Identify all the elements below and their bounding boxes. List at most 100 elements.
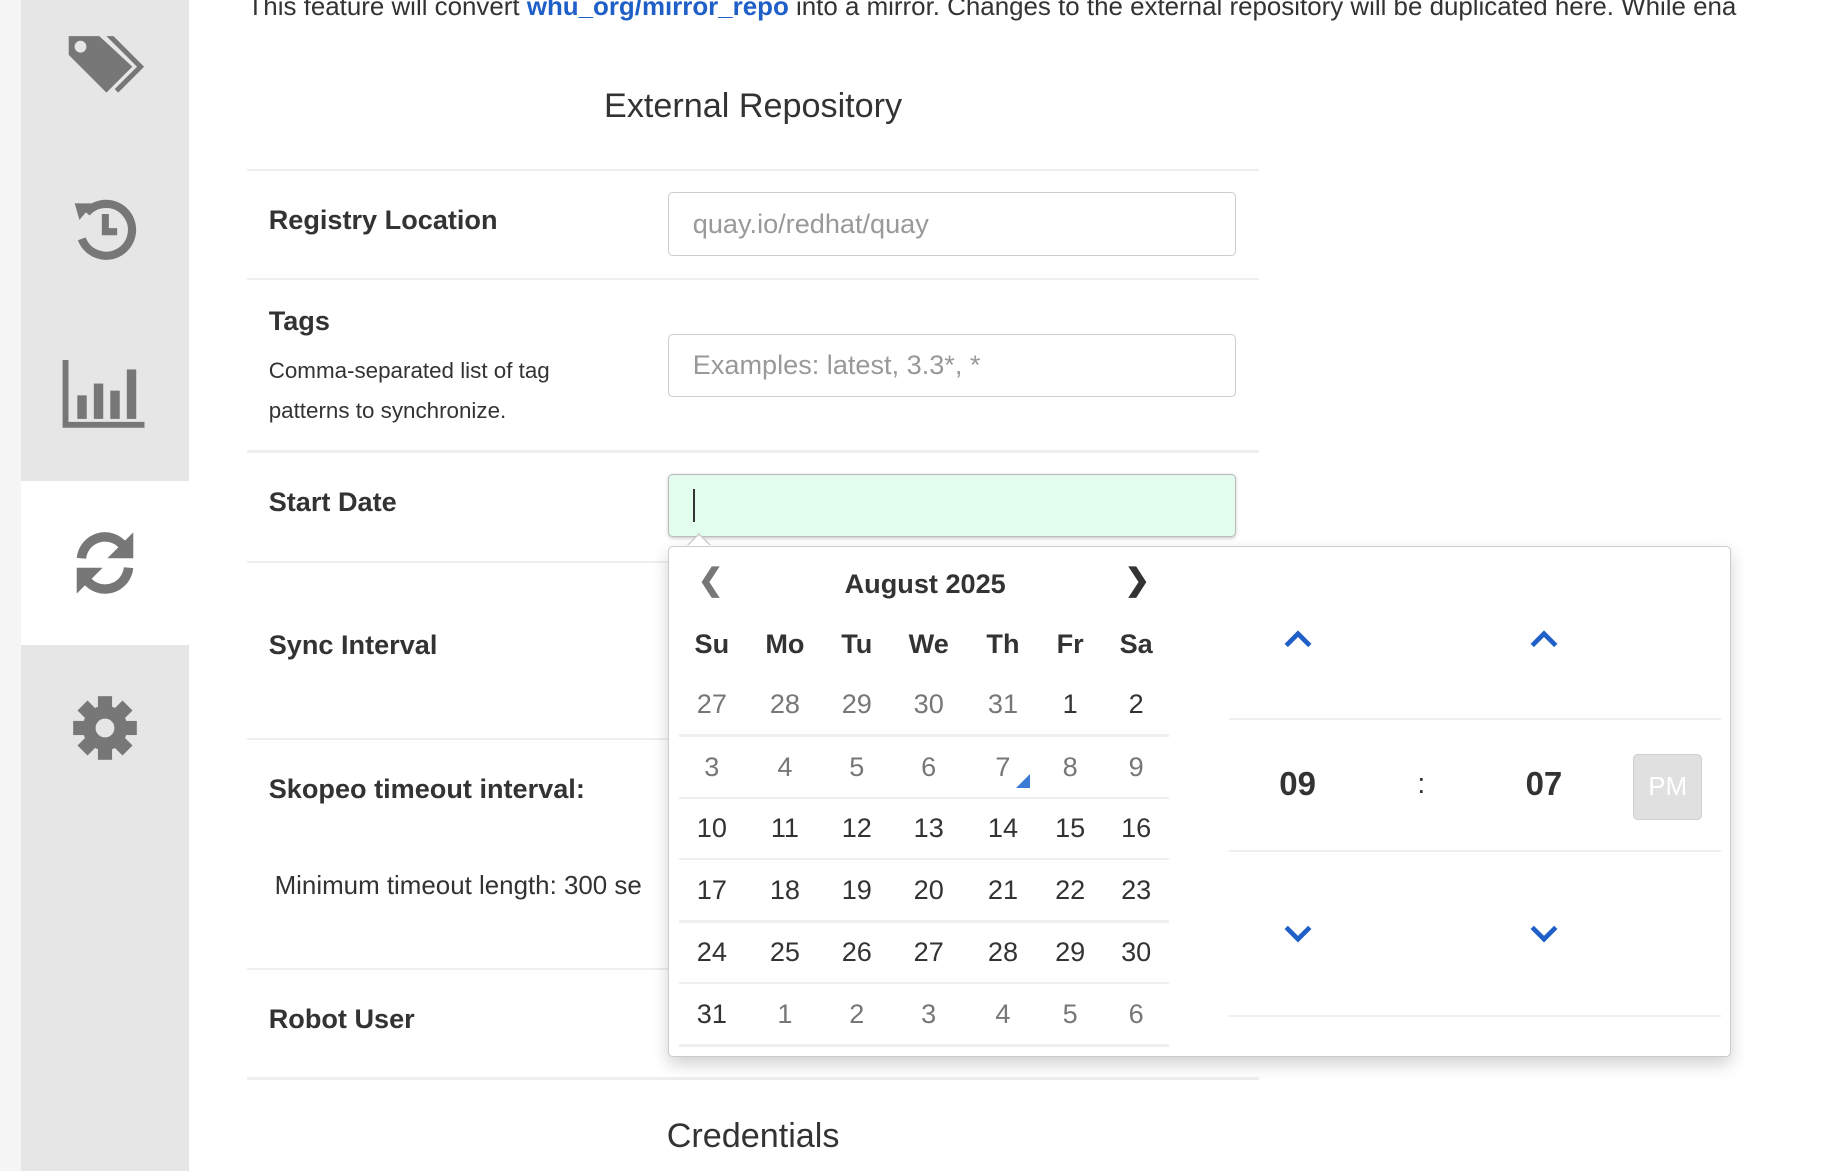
usage-chart-icon [63, 360, 145, 428]
weekday-fr: Fr [1056, 628, 1084, 660]
tags-placeholder: Examples: latest, 3.3*, * [692, 349, 981, 381]
day-cell[interactable]: 22 [1055, 874, 1085, 906]
start-date-label: Start Date [268, 485, 397, 517]
minute-increment-icon[interactable] [1530, 629, 1558, 648]
day-cell[interactable]: 8 [1063, 751, 1078, 783]
sidebar-item-mirroring[interactable] [21, 480, 189, 645]
time-divider [1229, 717, 1721, 721]
day-cell[interactable]: 17 [697, 874, 727, 906]
day-cell[interactable]: 13 [914, 812, 944, 844]
day-cell[interactable]: 30 [914, 688, 944, 720]
divider [247, 1077, 1259, 1080]
day-cell[interactable]: 6 [1129, 998, 1144, 1030]
time-divider [1229, 849, 1721, 853]
day-cell[interactable]: 15 [1055, 812, 1085, 844]
day-cell[interactable]: 16 [1121, 812, 1151, 844]
day-cell[interactable]: 3 [921, 998, 936, 1030]
day-cell[interactable]: 26 [842, 936, 872, 968]
datetime-picker-popup [668, 545, 1731, 1057]
day-cell[interactable]: 5 [849, 751, 864, 783]
start-date-input[interactable] [668, 473, 1237, 538]
day-cell[interactable]: 29 [842, 688, 872, 720]
text-cursor [692, 489, 696, 523]
left-edge [0, 0, 22, 1172]
week-divider [678, 981, 1170, 985]
day-cell[interactable]: 9 [1129, 751, 1144, 783]
day-cell[interactable]: 18 [770, 874, 800, 906]
day-cell[interactable]: 20 [914, 874, 944, 906]
tags-input[interactable]: Examples: latest, 3.3*, * [668, 333, 1237, 398]
sidebar-item-history[interactable] [21, 147, 188, 311]
day-cell[interactable]: 1 [777, 998, 792, 1030]
weekday-mo: Mo [765, 628, 805, 660]
day-cell[interactable]: 25 [770, 936, 800, 968]
day-cell[interactable]: 27 [914, 936, 944, 968]
sidebar-item-tags[interactable] [21, 0, 188, 146]
sidebar-item-settings[interactable] [21, 646, 188, 810]
registry-location-placeholder: quay.io/redhat/quay [692, 207, 929, 239]
day-cell[interactable]: 1 [1063, 688, 1078, 720]
weekday-we: We [908, 628, 949, 660]
skopeo-timeout-help: Minimum timeout length: 300 se [274, 872, 642, 901]
day-cell[interactable]: 10 [697, 812, 727, 844]
time-divider [1229, 1014, 1721, 1018]
weekday-tu: Tu [841, 628, 873, 660]
tags-icon [68, 35, 144, 93]
settings-gear-icon [73, 695, 137, 760]
divider [247, 278, 1259, 281]
week-divider [678, 857, 1170, 861]
day-cell[interactable]: 4 [995, 998, 1010, 1030]
hour-increment-icon[interactable] [1283, 629, 1312, 648]
day-cell[interactable]: 29 [1055, 936, 1085, 968]
day-cell[interactable]: 2 [1129, 688, 1144, 720]
day-cell[interactable]: 3 [704, 751, 719, 783]
skopeo-timeout-label: Skopeo timeout interval: [268, 773, 585, 805]
day-cell[interactable]: 12 [842, 812, 872, 844]
day-cell[interactable]: 6 [921, 751, 936, 783]
day-cell[interactable]: 4 [777, 751, 792, 783]
minute-value[interactable]: 07 [1526, 765, 1563, 803]
minute-decrement-icon[interactable] [1530, 925, 1558, 944]
mirroring-page: This feature will convert whu_org/mirror… [0, 0, 1848, 1172]
intro-suffix: into a mirror. Changes to the external r… [788, 0, 1737, 21]
day-cell[interactable]: 31 [697, 998, 727, 1030]
divider [247, 450, 1259, 453]
day-cell[interactable]: 11 [771, 812, 799, 844]
week-divider [678, 920, 1170, 923]
section-title-credentials: Credentials [666, 1117, 840, 1156]
weekday-th: Th [986, 628, 1020, 660]
day-cell[interactable]: 7 [995, 751, 1010, 783]
day-cell[interactable]: 27 [697, 688, 727, 720]
week-divider [678, 1044, 1170, 1047]
sync-interval-label: Sync Interval [268, 629, 438, 661]
month-title[interactable]: August 2025 [845, 568, 1006, 600]
am-pm-toggle[interactable]: PM [1633, 754, 1702, 821]
chevron-left-icon[interactable]: ❮ [698, 563, 724, 598]
day-cell[interactable]: 23 [1121, 874, 1151, 906]
day-cell[interactable]: 19 [842, 874, 872, 906]
day-cell[interactable]: 28 [770, 688, 800, 720]
tags-label: Tags [268, 305, 330, 337]
week-divider [678, 796, 1170, 800]
weekday-su: Su [694, 628, 730, 660]
day-cell[interactable]: 14 [988, 812, 1018, 844]
time-separator: : [1417, 767, 1426, 800]
day-cell[interactable]: 2 [849, 998, 864, 1030]
intro-prefix: This feature will convert [247, 0, 527, 21]
robot-user-label: Robot User [268, 1002, 415, 1034]
registry-location-input[interactable]: quay.io/redhat/quay [668, 192, 1237, 256]
section-title-external-repository: External Repository [604, 87, 903, 126]
day-cell[interactable]: 31 [988, 688, 1018, 720]
hour-decrement-icon[interactable] [1283, 925, 1312, 944]
day-cell[interactable]: 24 [697, 936, 727, 968]
sidebar-item-usage[interactable] [21, 312, 188, 476]
day-cell[interactable]: 5 [1063, 998, 1078, 1030]
day-cell[interactable]: 21 [988, 874, 1018, 906]
day-cell[interactable]: 28 [988, 936, 1018, 968]
day-cell[interactable]: 30 [1121, 936, 1151, 968]
hour-value[interactable]: 09 [1279, 765, 1316, 803]
divider [247, 168, 1259, 171]
chevron-right-icon[interactable]: ❯ [1124, 563, 1150, 598]
today-marker [1015, 774, 1030, 789]
repo-link[interactable]: whu_org/mirror_repo [527, 0, 789, 21]
